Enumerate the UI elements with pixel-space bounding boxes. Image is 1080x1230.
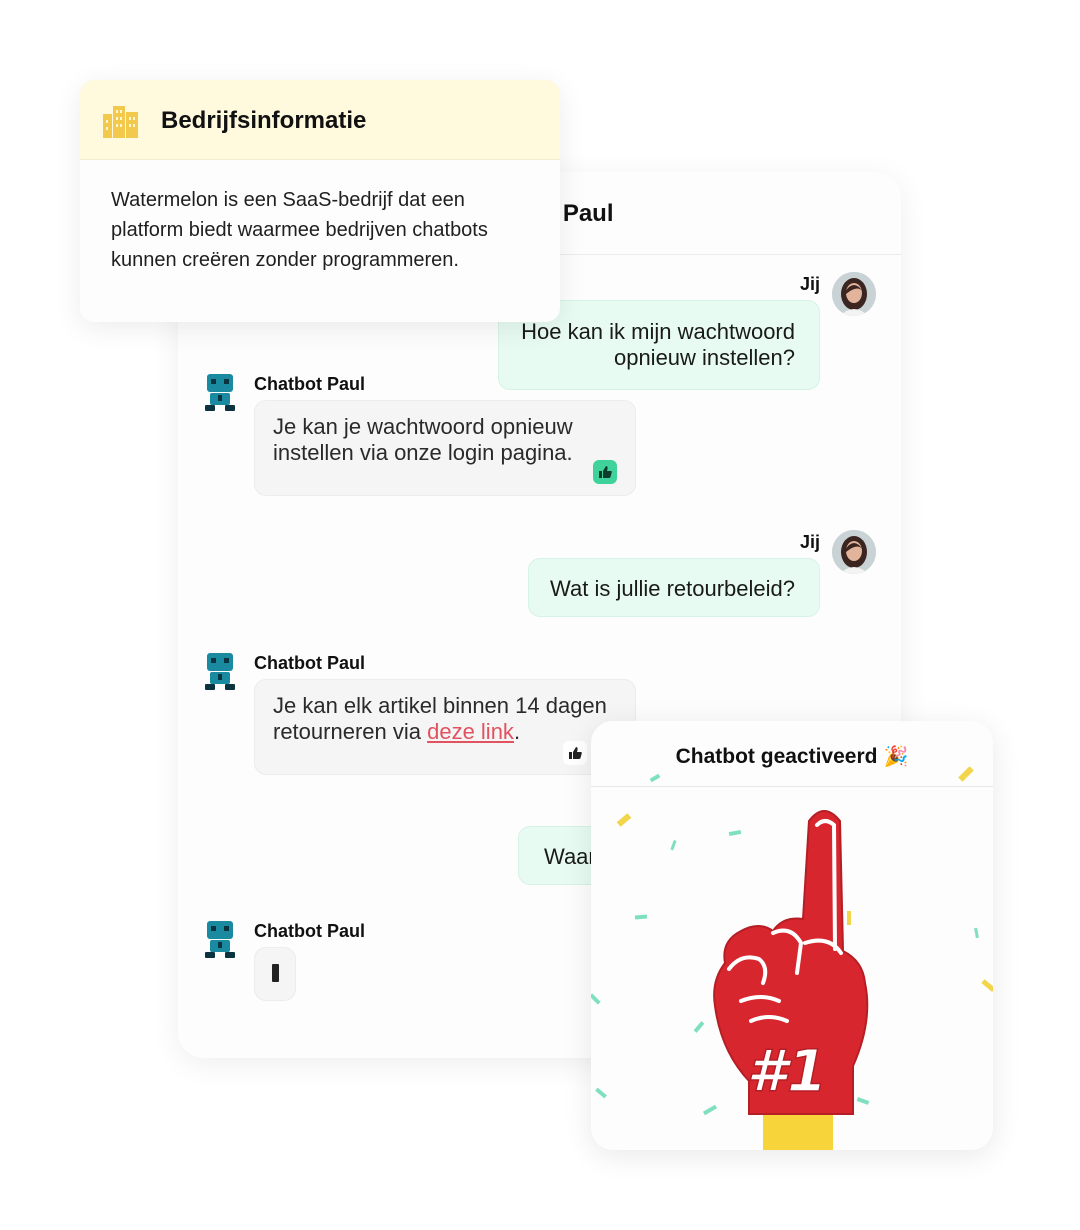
chatbot-activated-header: Chatbot geactiveerd 🎉 — [591, 721, 993, 787]
thumbs-up-icon — [568, 747, 582, 759]
typing-cursor — [272, 964, 279, 982]
message-sender-bot: Chatbot Paul — [254, 653, 365, 673]
message-bubble-bot: Je kan elk artikel binnen 14 dagen retou… — [254, 679, 636, 775]
company-info-title: Bedrijfsinformatie — [161, 107, 367, 134]
party-popper-icon: 🎉 — [883, 746, 909, 768]
thumbs-up-icon — [598, 466, 612, 478]
message-bubble-bot: Je kan je wachtwoord opnieuw instellen v… — [254, 400, 636, 496]
chatbot-activated-card: #1 Chatbot geactiveerd 🎉 — [591, 721, 993, 1150]
robot-icon — [205, 374, 235, 411]
message-bubble-user: Wat is jullie retourbeleid? — [528, 558, 820, 617]
message-sender-bot: Chatbot Paul — [254, 921, 365, 941]
message-text: Wat is jullie retourbeleid? — [550, 576, 795, 601]
message-sender-user: Jij — [799, 274, 820, 294]
chatbot-activated-title-text: Chatbot geactiveerd — [675, 745, 878, 768]
company-info-card: Bedrijfsinformatie Watermelon is een Saa… — [80, 80, 560, 322]
typing-indicator — [254, 947, 296, 1001]
company-info-text: Watermelon is een SaaS-bedrijf dat een p… — [111, 189, 488, 271]
like-button[interactable] — [563, 741, 587, 765]
chatbot-activated-title: Chatbot geactiveerd 🎉 — [591, 744, 993, 769]
foam-finger-label: #1 — [747, 1037, 828, 1105]
buildings-icon — [103, 106, 138, 138]
robot-icon — [205, 653, 235, 690]
message-text-after: . — [513, 719, 521, 744]
robot-icon — [205, 921, 235, 958]
user-avatar-icon — [832, 272, 876, 316]
like-button[interactable] — [593, 460, 617, 484]
message-text: Hoe kan ik mijn wachtwoord opnieuw inste… — [521, 319, 795, 370]
user-avatar — [832, 272, 876, 316]
message-sender-bot: Chatbot Paul — [254, 374, 365, 394]
return-policy-link[interactable]: deze link — [427, 719, 514, 744]
message-text: Je kan je wachtwoord opnieuw instellen v… — [273, 414, 573, 465]
user-avatar — [832, 530, 876, 574]
message-sender-user: Jij — [799, 532, 820, 552]
company-info-header: Bedrijfsinformatie — [80, 80, 560, 160]
message-text: Waar — [544, 844, 596, 869]
user-avatar-icon — [832, 530, 876, 574]
